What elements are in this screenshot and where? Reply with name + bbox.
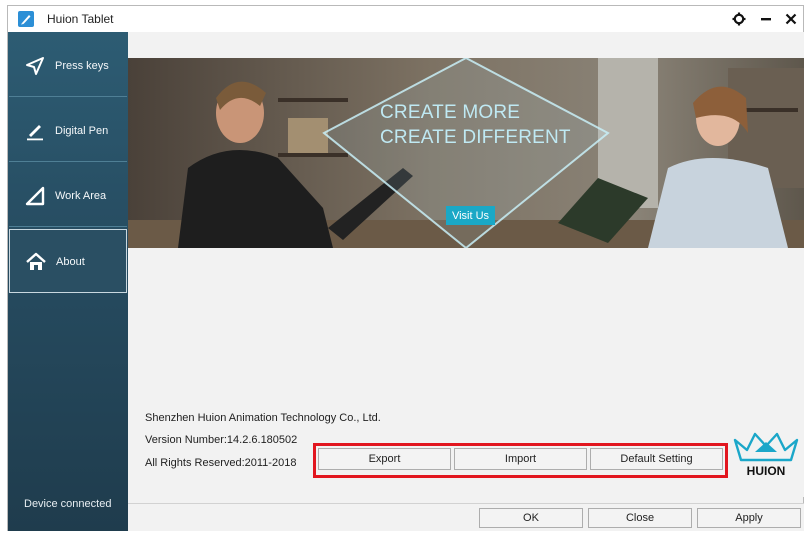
version-number: Version Number:14.2.6.180502 — [145, 434, 298, 446]
logo-wordmark: HUION — [747, 464, 786, 478]
dialog-footer: OK Close Apply — [128, 503, 804, 531]
pen-icon — [27, 125, 43, 141]
export-button[interactable]: Export — [318, 448, 451, 470]
minimize-icon[interactable] — [756, 9, 776, 29]
default-setting-button[interactable]: Default Setting — [590, 448, 723, 470]
settings-gear-icon[interactable] — [729, 9, 749, 29]
visit-us-button[interactable]: Visit Us — [446, 206, 495, 225]
window-title: Huion Tablet — [47, 12, 114, 26]
paper-plane-icon — [26, 57, 44, 75]
title-bar: Huion Tablet — [8, 6, 803, 32]
copyright-text: All Rights Reserved:2011-2018 — [145, 457, 297, 469]
import-button[interactable]: Import — [454, 448, 587, 470]
close-button[interactable]: Close — [588, 508, 692, 528]
sidebar-item-about[interactable]: About — [9, 229, 127, 293]
sidebar-item-label: Work Area — [55, 190, 107, 202]
apply-button[interactable]: Apply — [697, 508, 801, 528]
app-window: Huion Tablet Press keys Digital Pen Work… — [7, 5, 804, 531]
close-icon[interactable] — [781, 9, 801, 29]
banner-line-1: CREATE MORE — [380, 102, 521, 123]
sidebar-item-label: Digital Pen — [55, 125, 109, 137]
home-icon — [26, 252, 46, 270]
huion-app-icon — [18, 11, 34, 27]
sidebar-item-press-keys[interactable]: Press keys — [9, 34, 127, 97]
triangle-area-icon — [25, 186, 45, 206]
device-status: Device connected — [24, 498, 112, 510]
ok-button[interactable]: OK — [479, 508, 583, 528]
sidebar-item-work-area[interactable]: Work Area — [9, 164, 127, 227]
sidebar-item-label: About — [56, 256, 85, 268]
promo-banner: CREATE MORE CREATE DIFFERENT Visit Us — [128, 58, 804, 248]
banner-slogan: CREATE MORE CREATE DIFFERENT — [380, 100, 571, 150]
sidebar-item-label: Press keys — [55, 60, 109, 72]
main-panel: CREATE MORE CREATE DIFFERENT Visit Us Sh… — [128, 32, 804, 497]
banner-line-2: CREATE DIFFERENT — [380, 127, 571, 148]
company-name: Shenzhen Huion Animation Technology Co.,… — [145, 412, 381, 424]
huion-logo: HUION — [733, 430, 799, 478]
sidebar-item-digital-pen[interactable]: Digital Pen — [9, 99, 127, 162]
sidebar: Press keys Digital Pen Work Area About D… — [8, 32, 128, 531]
